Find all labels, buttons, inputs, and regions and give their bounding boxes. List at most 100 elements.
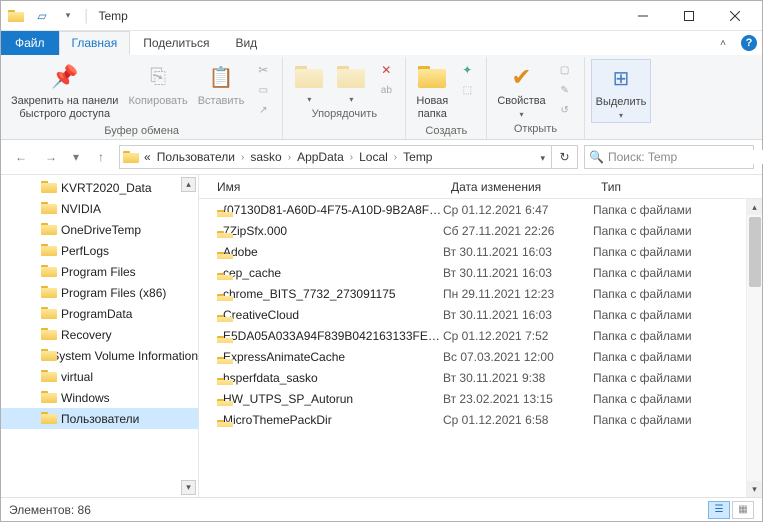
file-row[interactable]: chrome_BITS_7732_273091175Пн 29.11.2021 …	[199, 283, 762, 304]
rename-button[interactable]: ab	[375, 81, 397, 99]
file-row[interactable]: MicroThemePackDirСр 01.12.2021 6:58Папка…	[199, 409, 762, 430]
file-row[interactable]: ExpressAnimateCacheВс 07.03.2021 12:00Па…	[199, 346, 762, 367]
vertical-scrollbar[interactable]: ▴ ▾	[746, 199, 762, 497]
tree-item[interactable]: NVIDIA	[1, 198, 198, 219]
delete-button[interactable]: ✕	[375, 61, 397, 79]
easy-access-button[interactable]: ⬚	[456, 81, 478, 99]
open-button[interactable]: ▢	[554, 61, 576, 79]
pin-to-quick-access-button[interactable]: 📌 Закрепить на панели быстрого доступа	[7, 59, 122, 123]
copy-path-button[interactable]: ▭	[252, 81, 274, 99]
file-type: Папка с файлами	[593, 203, 762, 217]
breadcrumb-item[interactable]: Temp	[401, 150, 434, 164]
copy-icon: ⎘	[142, 61, 174, 93]
tree-item[interactable]: virtual	[1, 366, 198, 387]
properties-button[interactable]: ✔ Свойства ▾	[493, 59, 549, 121]
scrollbar-thumb[interactable]	[749, 217, 761, 287]
tab-share[interactable]: Поделиться	[130, 31, 222, 55]
view-details-button[interactable]: ☰	[708, 501, 730, 519]
help-button[interactable]: ?	[736, 31, 762, 55]
copy-to-button[interactable]: ▾	[331, 59, 371, 106]
tree-item-label: KVRT2020_Data	[61, 181, 152, 195]
new-item-button[interactable]: ✦	[456, 61, 478, 79]
tree-scroll-down-button[interactable]: ▾	[181, 480, 196, 495]
search-input[interactable]	[608, 150, 763, 164]
group-label-organize: Упорядочить	[312, 108, 377, 120]
file-date: Вт 30.11.2021 16:03	[443, 245, 593, 259]
tree-item[interactable]: PerfLogs	[1, 240, 198, 261]
address-bar[interactable]: « Пользователи › sasko › AppData › Local…	[119, 145, 552, 169]
collapse-ribbon-button[interactable]: ˄	[710, 31, 736, 55]
tree-item[interactable]: Recovery	[1, 324, 198, 345]
qat-dropdown-icon[interactable]: ▾	[57, 5, 79, 27]
file-row[interactable]: E5DA05A033A94F839B042163133FEAB1Ср 01.12…	[199, 325, 762, 346]
maximize-button[interactable]	[666, 1, 712, 31]
tree-item[interactable]: OneDriveTemp	[1, 219, 198, 240]
tree-item[interactable]: Windows	[1, 387, 198, 408]
tree-scroll-up-button[interactable]: ▴	[181, 177, 196, 192]
tree-item[interactable]: Program Files	[1, 261, 198, 282]
file-row[interactable]: CreativeCloudВт 30.11.2021 16:03Папка с …	[199, 304, 762, 325]
back-button[interactable]: ←	[9, 145, 33, 169]
minimize-button[interactable]	[620, 1, 666, 31]
breadcrumb-item[interactable]: Local	[357, 150, 390, 164]
tab-home[interactable]: Главная	[59, 31, 131, 55]
recent-locations-button[interactable]: ▾	[69, 145, 83, 169]
tree-item-label: Recovery	[61, 328, 112, 342]
breadcrumb-item[interactable]: Пользователи	[155, 150, 237, 164]
chevron-up-icon: ˄	[720, 38, 726, 49]
tab-file[interactable]: Файл	[1, 31, 59, 55]
new-folder-button[interactable]: Новая папка	[412, 59, 452, 123]
up-button[interactable]: ↑	[89, 145, 113, 169]
breadcrumb-prefix[interactable]: «	[142, 150, 153, 164]
search-icon: 🔍	[589, 150, 604, 164]
search-box[interactable]: 🔍	[584, 145, 754, 169]
refresh-button[interactable]: ↻	[552, 145, 578, 169]
chevron-right-icon[interactable]: ›	[286, 152, 293, 163]
file-row[interactable]: HW_UTPS_SP_AutorunВт 23.02.2021 13:15Пап…	[199, 388, 762, 409]
history-button[interactable]: ↺	[554, 101, 576, 119]
group-label-clipboard: Буфер обмена	[104, 125, 179, 137]
tree-item[interactable]: Program Files (x86)	[1, 282, 198, 303]
tree-item-label: OneDriveTemp	[61, 223, 141, 237]
file-type: Папка с файлами	[593, 413, 762, 427]
select-button[interactable]: ⊞ Выделить ▾	[591, 59, 652, 123]
file-rows[interactable]: {07130D81-A60D-4F75-A10D-9B2A8F00D...Ср …	[199, 199, 762, 497]
breadcrumb-item[interactable]: AppData	[295, 150, 346, 164]
tree-item-label: virtual	[61, 370, 93, 384]
scroll-down-button[interactable]: ▾	[747, 481, 763, 497]
column-header-name[interactable]: Имя	[199, 180, 443, 194]
edit-button[interactable]: ✎	[554, 81, 576, 99]
forward-button[interactable]: →	[39, 145, 63, 169]
paste-shortcut-button[interactable]: ↗	[252, 101, 274, 119]
copy-button[interactable]: ⎘ Копировать	[124, 59, 191, 110]
properties-icon[interactable]: ▱	[31, 5, 53, 27]
scroll-up-button[interactable]: ▴	[747, 199, 763, 215]
file-row[interactable]: {07130D81-A60D-4F75-A10D-9B2A8F00D...Ср …	[199, 199, 762, 220]
view-large-icons-button[interactable]: ▦	[732, 501, 754, 519]
paste-button[interactable]: 📋 Вставить	[194, 59, 249, 110]
close-button[interactable]	[712, 1, 758, 31]
details-view-icon: ☰	[715, 504, 724, 515]
breadcrumb-item[interactable]: sasko	[248, 150, 283, 164]
address-dropdown-button[interactable]: ▾	[536, 150, 549, 164]
file-row[interactable]: cep_cacheВт 30.11.2021 16:03Папка с файл…	[199, 262, 762, 283]
chevron-right-icon[interactable]: ›	[239, 152, 246, 163]
navigation-tree[interactable]: ▴ ▾ KVRT2020_Data NVIDIA OneDriveTemp PerfL…	[1, 175, 199, 497]
tab-view[interactable]: Вид	[222, 31, 270, 55]
chevron-right-icon[interactable]: ›	[392, 152, 399, 163]
cut-button[interactable]: ✂	[252, 61, 274, 79]
tree-item-label: ProgramData	[61, 307, 132, 321]
file-row[interactable]: AdobeВт 30.11.2021 16:03Папка с файлами	[199, 241, 762, 262]
tree-item[interactable]: KVRT2020_Data	[1, 177, 198, 198]
column-header-date[interactable]: Дата изменения	[443, 180, 593, 194]
file-row[interactable]: hsperfdata_saskoВт 30.11.2021 9:38Папка …	[199, 367, 762, 388]
tree-item[interactable]: Пользователи	[1, 408, 198, 429]
file-name: E5DA05A033A94F839B042163133FEAB1	[223, 329, 443, 343]
chevron-right-icon[interactable]: ›	[348, 152, 355, 163]
open-icon: ▢	[560, 65, 569, 76]
file-row[interactable]: 7ZipSfx.000Сб 27.11.2021 22:26Папка с фа…	[199, 220, 762, 241]
tree-item[interactable]: System Volume Information	[1, 345, 198, 366]
column-header-type[interactable]: Тип	[593, 180, 762, 194]
tree-item[interactable]: ProgramData	[1, 303, 198, 324]
move-to-button[interactable]: ▾	[289, 59, 329, 106]
